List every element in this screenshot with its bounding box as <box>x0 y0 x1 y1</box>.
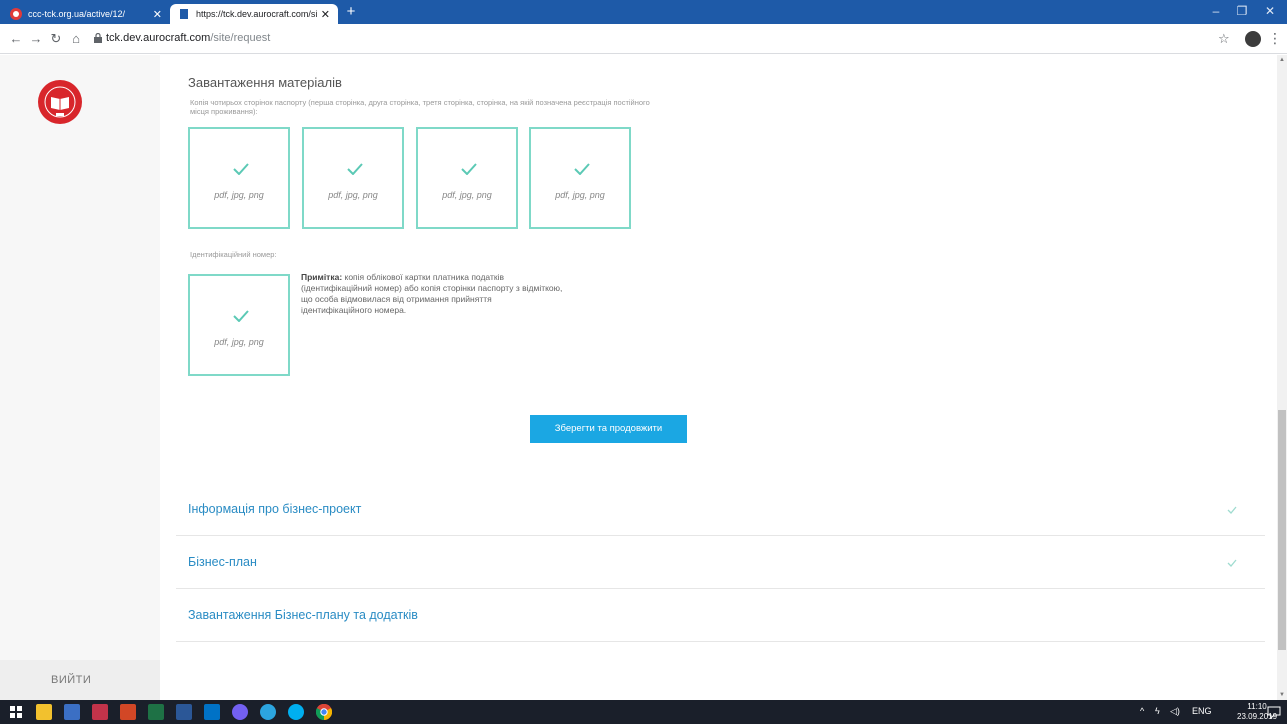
site-favicon-icon <box>10 8 22 20</box>
scroll-down-arrow-icon[interactable]: ▼ <box>1279 692 1285 698</box>
accepted-formats: pdf, jpg, png <box>214 190 264 200</box>
close-window-icon[interactable]: ✕ <box>1259 4 1281 18</box>
reload-icon[interactable]: ↻ <box>48 31 64 47</box>
profile-avatar-icon[interactable] <box>1245 31 1261 47</box>
notifications-icon[interactable] <box>1267 705 1281 719</box>
close-tab-icon[interactable]: ✕ <box>321 8 330 21</box>
id-number-note: Примітка: копія облікової картки платник… <box>301 272 563 316</box>
language-indicator[interactable]: ENG <box>1192 706 1212 716</box>
browser-tab-request[interactable]: https://tck.dev.aurocraft.com/site/reque… <box>170 4 338 24</box>
passport-upload-box-3[interactable]: pdf, jpg, png <box>416 127 518 229</box>
checkmark-icon <box>574 163 590 175</box>
accepted-formats: pdf, jpg, png <box>328 190 378 200</box>
home-icon[interactable]: ⌂ <box>68 31 84 47</box>
address-bar[interactable]: tck.dev.aurocraft.com/site/request <box>106 32 270 44</box>
page-favicon-icon <box>180 9 188 19</box>
logout-button[interactable]: вийти <box>0 660 160 700</box>
volume-icon[interactable]: ◁) <box>1170 706 1180 717</box>
accordion-business-project-info[interactable]: Інформація про бізнес-проект <box>176 483 1265 536</box>
checkmark-icon <box>347 163 363 175</box>
skype-icon[interactable] <box>288 704 304 720</box>
section-title-uploads: Завантаження матеріалів <box>188 75 342 90</box>
windows-start-icon[interactable] <box>8 704 24 720</box>
page: вийти Завантаження матеріалів Копія чоти… <box>0 55 1287 700</box>
bookmark-star-icon[interactable]: ☆ <box>1218 31 1230 47</box>
passport-upload-box-1[interactable]: pdf, jpg, png <box>188 127 290 229</box>
close-tab-icon[interactable]: ✕ <box>153 8 162 21</box>
network-icon[interactable]: ϟ <box>1155 706 1160 716</box>
outlook-icon[interactable] <box>204 704 220 720</box>
forward-arrow-icon[interactable]: → <box>28 31 44 47</box>
accordion-business-plan[interactable]: Бізнес-план <box>176 536 1265 589</box>
file-explorer-icon[interactable] <box>36 704 52 720</box>
word-icon[interactable] <box>176 704 192 720</box>
access-app-icon[interactable] <box>92 704 108 720</box>
save-and-continue-button[interactable]: Зберегти та продовжити <box>530 415 687 443</box>
checkmark-icon <box>233 310 249 322</box>
browser-tab-ccc[interactable]: ccc-tck.org.ua/active/12/ ✕ <box>2 4 170 24</box>
minimize-icon[interactable]: – <box>1205 4 1227 18</box>
accepted-formats: pdf, jpg, png <box>214 337 264 347</box>
back-arrow-icon[interactable]: ← <box>8 31 24 47</box>
save-disk-icon[interactable] <box>64 704 80 720</box>
url-path: /site/request <box>210 32 271 44</box>
excel-icon[interactable] <box>148 704 164 720</box>
checkmark-icon <box>461 163 477 175</box>
browser-toolbar: ← → ↻ ⌂ tck.dev.aurocraft.com/site/reque… <box>0 24 1287 54</box>
viber-icon[interactable] <box>232 704 248 720</box>
lock-icon <box>94 33 102 43</box>
chrome-icon[interactable] <box>316 704 332 720</box>
id-number-label: Ідентифікаційний номер: <box>190 250 277 259</box>
sidebar: вийти <box>0 55 160 700</box>
scroll-up-arrow-icon[interactable]: ▲ <box>1279 57 1285 63</box>
powerpoint-icon[interactable] <box>120 704 136 720</box>
accordion-title: Завантаження Бізнес-плану та додатків <box>188 608 418 622</box>
accordion-title: Інформація про бізнес-проект <box>188 502 362 516</box>
new-tab-button[interactable]: + <box>342 3 360 21</box>
passport-upload-box-4[interactable]: pdf, jpg, png <box>529 127 631 229</box>
id-number-upload-box[interactable]: pdf, jpg, png <box>188 274 290 376</box>
accepted-formats: pdf, jpg, png <box>555 190 605 200</box>
browser-tab-strip: ccc-tck.org.ua/active/12/ ✕ https://tck.… <box>0 0 1287 24</box>
completed-check-icon <box>1227 506 1237 514</box>
main-content: Завантаження матеріалів Копія чотирьох с… <box>160 55 1277 700</box>
tab-title: ccc-tck.org.ua/active/12/ <box>28 9 126 19</box>
restore-icon[interactable]: ❐ <box>1231 4 1253 18</box>
tab-title: https://tck.dev.aurocraft.com/site/reque… <box>196 9 317 19</box>
telegram-icon[interactable] <box>260 704 276 720</box>
note-label: Примітка: <box>301 272 343 282</box>
passport-copy-label: Копія чотирьох сторінок паспорту (перша … <box>190 98 650 116</box>
page-scrollbar[interactable]: ▲ ▼ <box>1277 55 1287 700</box>
organization-seal-logo-icon <box>38 80 82 124</box>
windows-taskbar: ^ ϟ ◁) ENG 11:10 23.09.2019 <box>0 700 1287 724</box>
accordion-title: Бізнес-план <box>188 555 257 569</box>
browser-menu-icon[interactable]: ⋮ <box>1268 30 1282 46</box>
url-host: tck.dev.aurocraft.com <box>106 32 211 44</box>
tray-expand-icon[interactable]: ^ <box>1140 706 1144 716</box>
checkmark-icon <box>233 163 249 175</box>
accepted-formats: pdf, jpg, png <box>442 190 492 200</box>
passport-upload-box-2[interactable]: pdf, jpg, png <box>302 127 404 229</box>
completed-check-icon <box>1227 559 1237 567</box>
scrollbar-thumb[interactable] <box>1278 410 1286 650</box>
accordion-business-plan-upload[interactable]: Завантаження Бізнес-плану та додатків <box>176 589 1265 642</box>
